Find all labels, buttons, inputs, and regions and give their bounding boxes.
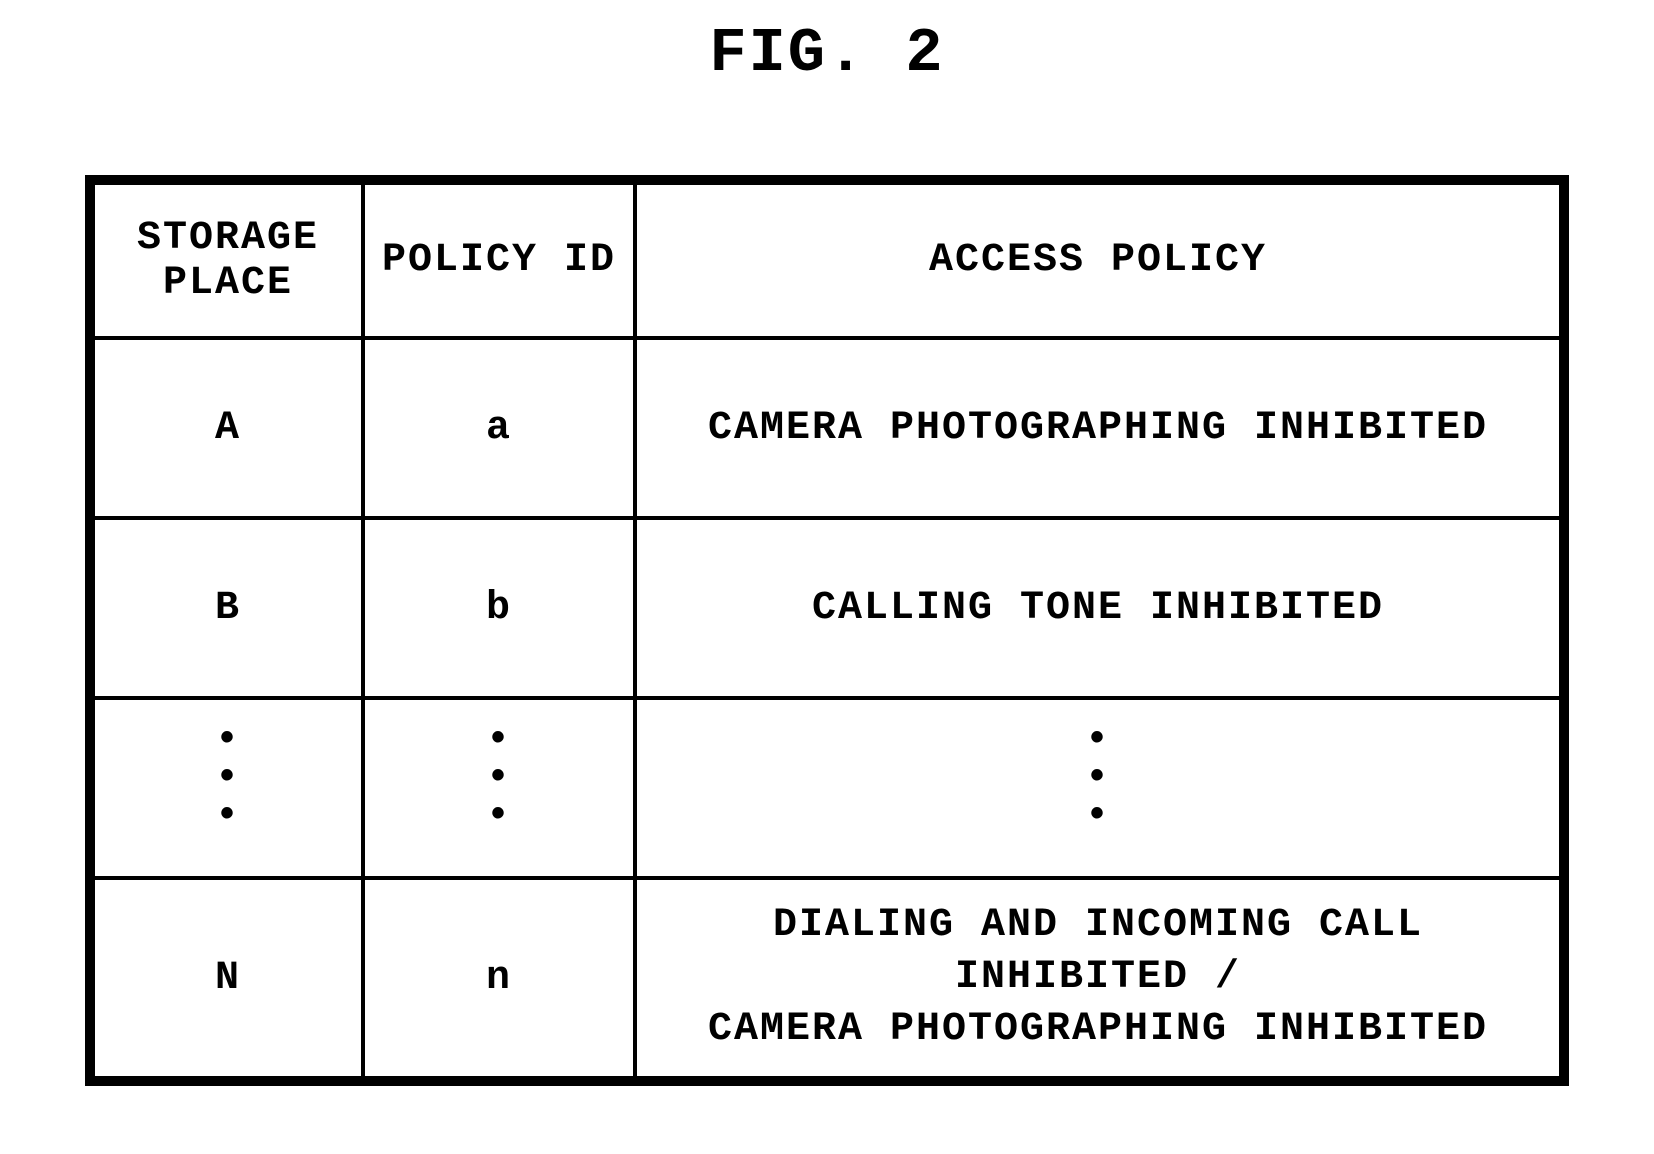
policy-table: STORAGE PLACE POLICY ID ACCESS POLICY A … bbox=[91, 181, 1563, 1080]
vertical-ellipsis-icon: ••• bbox=[486, 731, 512, 845]
header-policy-id: POLICY ID bbox=[363, 183, 635, 338]
table-row: N n DIALING AND INCOMING CALL INHIBITED … bbox=[93, 878, 1561, 1078]
table-row-ellipsis: ••• ••• ••• bbox=[93, 698, 1561, 878]
cell-access-policy: CAMERA PHOTOGRAPHING INHIBITED bbox=[635, 338, 1561, 518]
vertical-ellipsis-icon: ••• bbox=[1085, 731, 1111, 845]
cell-access-policy: DIALING AND INCOMING CALL INHIBITED /CAM… bbox=[635, 878, 1561, 1078]
cell-ellipsis: ••• bbox=[93, 698, 363, 878]
vertical-ellipsis-icon: ••• bbox=[215, 731, 241, 845]
figure-title: FIG. 2 bbox=[0, 18, 1654, 89]
header-storage-place: STORAGE PLACE bbox=[93, 183, 363, 338]
policy-table-container: STORAGE PLACE POLICY ID ACCESS POLICY A … bbox=[85, 175, 1569, 1086]
cell-policy-id: n bbox=[363, 878, 635, 1078]
cell-policy-id: b bbox=[363, 518, 635, 698]
cell-policy-id: a bbox=[363, 338, 635, 518]
table-row: A a CAMERA PHOTOGRAPHING INHIBITED bbox=[93, 338, 1561, 518]
table-row: B b CALLING TONE INHIBITED bbox=[93, 518, 1561, 698]
cell-ellipsis: ••• bbox=[363, 698, 635, 878]
cell-access-policy: CALLING TONE INHIBITED bbox=[635, 518, 1561, 698]
cell-storage-place: A bbox=[93, 338, 363, 518]
cell-storage-place: B bbox=[93, 518, 363, 698]
cell-access-policy-text: DIALING AND INCOMING CALL INHIBITED /CAM… bbox=[651, 900, 1545, 1056]
cell-storage-place: N bbox=[93, 878, 363, 1078]
table-header-row: STORAGE PLACE POLICY ID ACCESS POLICY bbox=[93, 183, 1561, 338]
header-access-policy: ACCESS POLICY bbox=[635, 183, 1561, 338]
cell-ellipsis: ••• bbox=[635, 698, 1561, 878]
